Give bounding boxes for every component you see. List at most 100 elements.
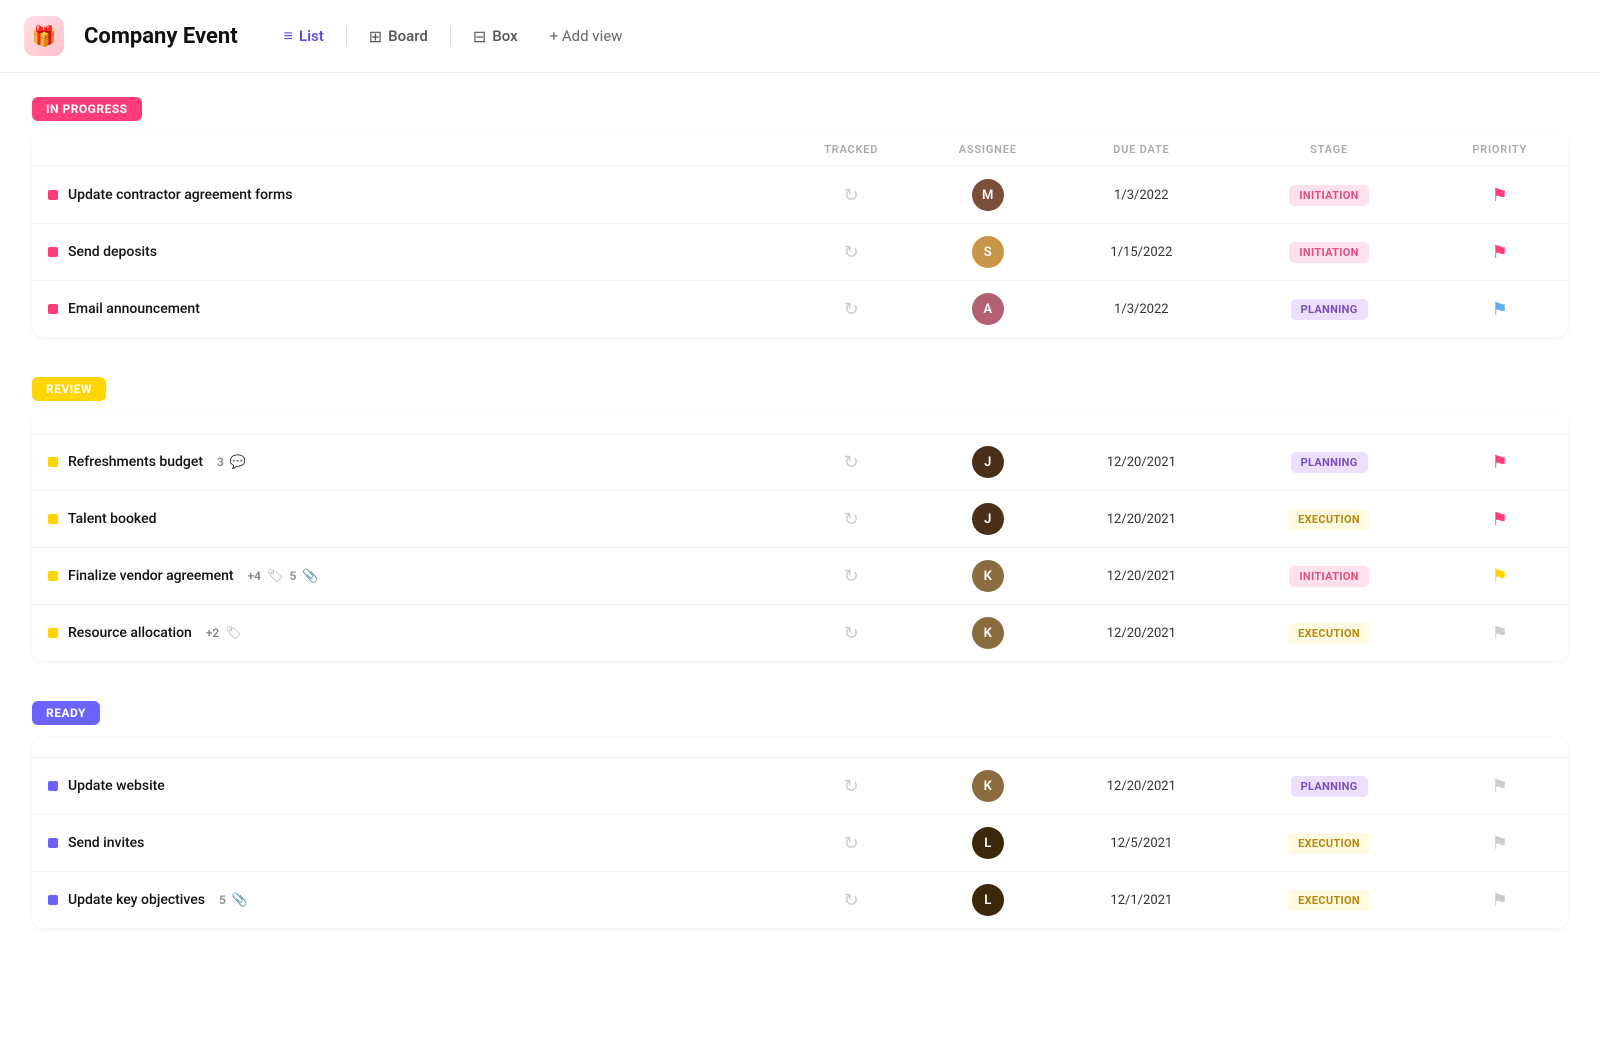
- task-dot: [48, 514, 58, 524]
- due-date: 12/20/2021: [1107, 455, 1176, 470]
- due-date-cell: 1/3/2022: [1056, 167, 1227, 224]
- table-row[interactable]: Talent booked ↻ J 12/20/2021 EXECUTI: [32, 491, 1568, 548]
- table-row[interactable]: Update contractor agreement forms ↻ M 1/…: [32, 167, 1568, 224]
- tab-board[interactable]: ⊞ Board: [355, 21, 442, 52]
- tracked-icon: ↻: [844, 509, 859, 530]
- assignee-cell: L: [919, 815, 1056, 872]
- box-icon: ⊟: [473, 27, 486, 46]
- stage-cell: EXECUTION: [1227, 815, 1432, 872]
- section-badge-inprogress: IN PROGRESS: [32, 97, 142, 121]
- col-header-tracked: TRACKED: [783, 133, 920, 167]
- task-name-cell: Resource allocation +2🏷: [32, 605, 783, 662]
- col-header-task-rd: [32, 737, 783, 758]
- stage-cell: INITIATION: [1227, 167, 1432, 224]
- stage-badge: INITIATION: [1289, 185, 1368, 206]
- tracked-cell: ↻: [783, 434, 920, 491]
- table-row[interactable]: Finalize vendor agreement +4🏷5📎 ↻ K 12/2…: [32, 548, 1568, 605]
- col-header-assignee-rd: [919, 737, 1056, 758]
- task-name: Resource allocation: [68, 625, 192, 641]
- due-date-cell: 12/20/2021: [1056, 548, 1227, 605]
- due-date-cell: 12/20/2021: [1056, 434, 1227, 491]
- section-in-progress: IN PROGRESS TRACKED ASSIGNEE DUE DATE ST…: [32, 97, 1568, 337]
- table-row[interactable]: Email announcement ↻ A 1/3/2022 PLAN: [32, 281, 1568, 338]
- task-name-cell: Refreshments budget 3💬: [32, 434, 783, 491]
- priority-cell: ⚑: [1431, 491, 1568, 548]
- tracked-cell: ↻: [783, 758, 920, 815]
- task-meta: 3💬: [217, 455, 246, 470]
- tracked-icon: ↻: [844, 242, 859, 263]
- tracked-cell: ↻: [783, 548, 920, 605]
- tracked-icon: ↻: [844, 833, 859, 854]
- tab-box[interactable]: ⊟ Box: [459, 21, 532, 52]
- avatar: J: [972, 446, 1004, 478]
- task-dot: [48, 895, 58, 905]
- task-meta: 5📎: [219, 893, 248, 908]
- due-date: 12/1/2021: [1110, 893, 1172, 908]
- meta-icon: 📎: [232, 893, 248, 908]
- meta-count: +4: [248, 569, 261, 583]
- stage-cell: EXECUTION: [1227, 605, 1432, 662]
- table-row[interactable]: Send deposits ↻ S 1/15/2022 INITIATI: [32, 224, 1568, 281]
- table-row[interactable]: Send invites ↻ L 12/5/2021 EXECUTION: [32, 815, 1568, 872]
- stage-badge: INITIATION: [1289, 566, 1368, 587]
- table-row[interactable]: Refreshments budget 3💬 ↻ J 12/20/2021: [32, 434, 1568, 491]
- stage-badge: EXECUTION: [1288, 890, 1370, 911]
- avatar: K: [972, 617, 1004, 649]
- task-name-cell: Send invites: [32, 815, 783, 872]
- task-name: Update website: [68, 778, 165, 794]
- section-badge-review: REVIEW: [32, 377, 106, 401]
- tracked-cell: ↻: [783, 815, 920, 872]
- stage-badge: EXECUTION: [1288, 509, 1370, 530]
- meta-count: +2: [206, 626, 219, 640]
- priority-cell: ⚑: [1431, 758, 1568, 815]
- due-date: 12/20/2021: [1107, 512, 1176, 527]
- col-header-stage: STAGE: [1227, 133, 1432, 167]
- task-dot: [48, 304, 58, 314]
- page-title: Company Event: [84, 24, 238, 49]
- tracked-icon: ↻: [844, 566, 859, 587]
- section-ready: READY Update website: [32, 701, 1568, 928]
- task-name: Refreshments budget: [68, 454, 203, 470]
- tracked-cell: ↻: [783, 281, 920, 338]
- assignee-cell: A: [919, 281, 1056, 338]
- task-dot: [48, 457, 58, 467]
- tab-list[interactable]: ≡ List: [270, 20, 338, 52]
- col-header-priority-r: [1431, 413, 1568, 434]
- board-icon: ⊞: [369, 27, 382, 46]
- task-name: Finalize vendor agreement: [68, 568, 234, 584]
- nav-tabs: ≡ List ⊞ Board ⊟ Box + Add view: [270, 20, 637, 52]
- meta-count: 5: [290, 569, 297, 583]
- due-date: 1/3/2022: [1114, 188, 1169, 203]
- task-table-review: Refreshments budget 3💬 ↻ J 12/20/2021: [32, 413, 1568, 661]
- avatar: K: [972, 560, 1004, 592]
- priority-cell: ⚑: [1431, 815, 1568, 872]
- tracked-cell: ↻: [783, 224, 920, 281]
- table-row[interactable]: Update key objectives 5📎 ↻ L 12/1/2021: [32, 872, 1568, 929]
- tracked-icon: ↻: [844, 890, 859, 911]
- col-header-priority-rd: [1431, 737, 1568, 758]
- task-dot: [48, 247, 58, 257]
- tracked-cell: ↻: [783, 167, 920, 224]
- col-header-duedate-r: [1056, 413, 1227, 434]
- stage-cell: PLANNING: [1227, 281, 1432, 338]
- table-row[interactable]: Update website ↻ K 12/20/2021 PLANNI: [32, 758, 1568, 815]
- task-name: Email announcement: [68, 301, 200, 317]
- priority-cell: ⚑: [1431, 281, 1568, 338]
- col-header-stage-r: [1227, 413, 1432, 434]
- due-date: 12/20/2021: [1107, 569, 1176, 584]
- priority-cell: ⚑: [1431, 548, 1568, 605]
- meta-icon: 📎: [302, 569, 318, 584]
- section-badge-ready: READY: [32, 701, 100, 725]
- task-name: Talent booked: [68, 511, 156, 527]
- stage-cell: INITIATION: [1227, 224, 1432, 281]
- col-header-tracked-r: [783, 413, 920, 434]
- tracked-icon: ↻: [844, 185, 859, 206]
- task-name-cell: Update key objectives 5📎: [32, 872, 783, 929]
- priority-cell: ⚑: [1431, 224, 1568, 281]
- stage-cell: EXECUTION: [1227, 491, 1432, 548]
- avatar: L: [972, 827, 1004, 859]
- add-view-button[interactable]: + Add view: [536, 21, 637, 51]
- due-date-cell: 12/1/2021: [1056, 872, 1227, 929]
- task-meta: +4🏷5📎: [248, 569, 319, 584]
- table-row[interactable]: Resource allocation +2🏷 ↻ K 12/20/2021: [32, 605, 1568, 662]
